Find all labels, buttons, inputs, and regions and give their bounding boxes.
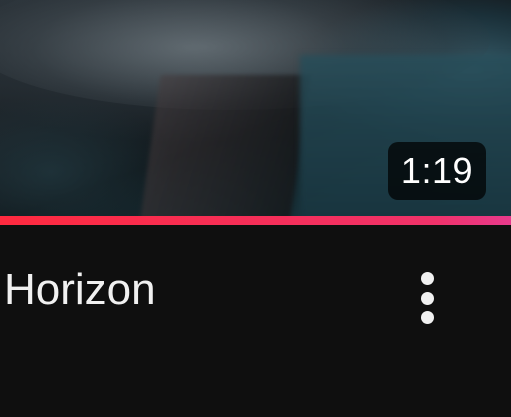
- duration-badge: 1:19: [387, 142, 486, 200]
- more-vertical-icon: [420, 291, 434, 305]
- video-title[interactable]: Horizon: [4, 262, 156, 318]
- video-thumbnail[interactable]: 1:19: [0, 0, 511, 216]
- more-options-button[interactable]: [404, 268, 450, 328]
- watch-progress-bar: [0, 216, 511, 225]
- more-vertical-icon: [420, 272, 434, 285]
- thumbnail-image-region: [139, 75, 311, 216]
- watch-progress-fill: [0, 216, 511, 225]
- video-card[interactable]: 1:19 Horizon: [0, 0, 511, 417]
- more-vertical-icon: [420, 311, 434, 324]
